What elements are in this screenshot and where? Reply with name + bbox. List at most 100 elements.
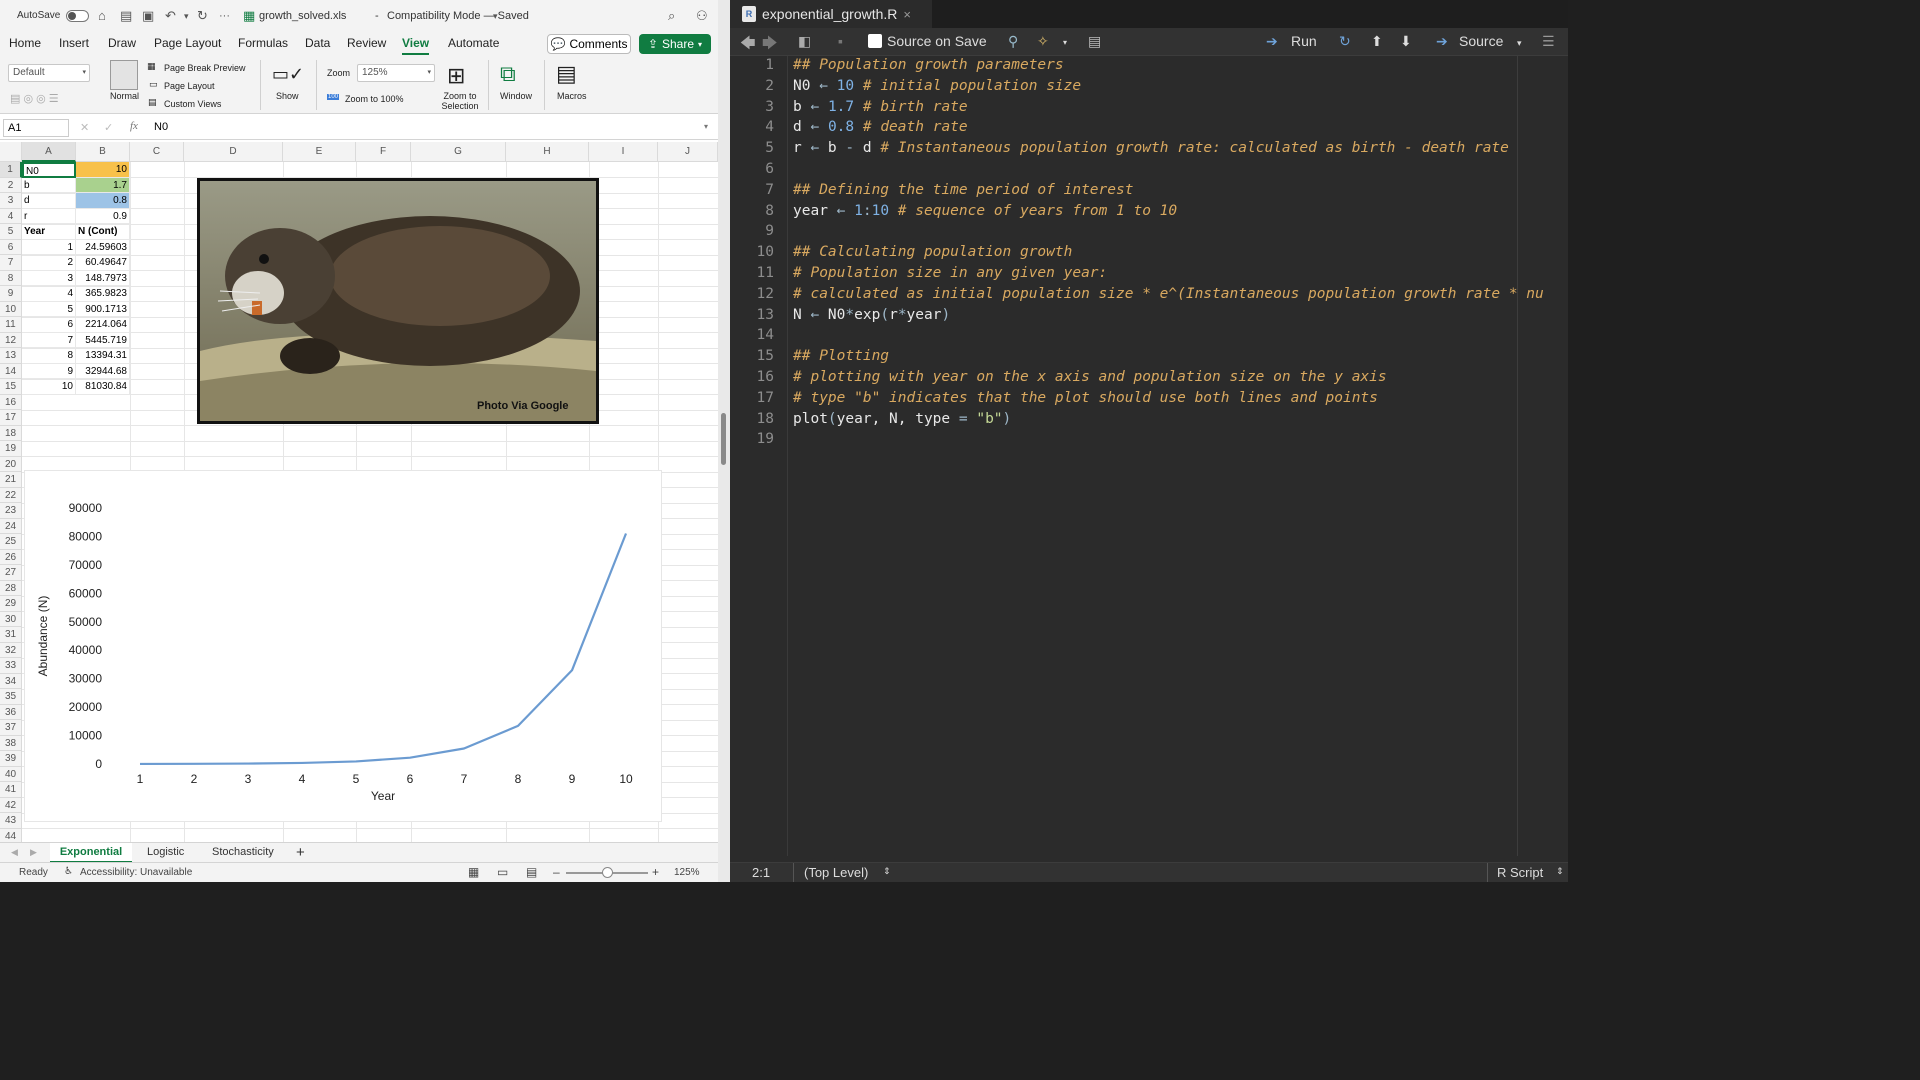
row-header[interactable]: 28 bbox=[0, 580, 22, 596]
row-header[interactable]: 38 bbox=[0, 735, 22, 751]
zoom-in-button[interactable]: + bbox=[652, 865, 659, 879]
row-header[interactable]: 19 bbox=[0, 441, 22, 457]
column-header-c[interactable]: C bbox=[130, 142, 184, 162]
window-icon[interactable]: ⧉ bbox=[500, 61, 516, 87]
home-icon[interactable]: ⌂ bbox=[98, 8, 106, 23]
custom-views-button[interactable]: Custom Views bbox=[164, 99, 221, 109]
row-header[interactable]: 21 bbox=[0, 472, 22, 488]
row-header[interactable]: 5 bbox=[0, 224, 22, 240]
cell-b12[interactable]: 5445.719 bbox=[76, 332, 130, 348]
style-select[interactable]: Default ▾ bbox=[8, 64, 90, 82]
row-header[interactable]: 41 bbox=[0, 782, 22, 798]
code-line[interactable]: d ← 0.8 # death rate bbox=[793, 119, 968, 135]
tab-review[interactable]: Review bbox=[347, 36, 386, 50]
go-up-icon[interactable]: ⬆ bbox=[1371, 33, 1383, 50]
zoom-100-button[interactable]: Zoom to 100% bbox=[345, 94, 404, 104]
tab-page-layout[interactable]: Page Layout bbox=[154, 36, 221, 50]
code-line[interactable]: plot(year, N, type = "b") bbox=[793, 411, 1011, 427]
cell-a8[interactable]: 3 bbox=[22, 270, 76, 286]
tab-home[interactable]: Home bbox=[9, 36, 41, 50]
zoom-slider-handle[interactable] bbox=[602, 867, 613, 878]
compile-report-icon[interactable]: ▤ bbox=[1088, 33, 1101, 50]
chevron-down-icon[interactable]: ▾ bbox=[1063, 38, 1067, 47]
zoom-selection-label-2[interactable]: Selection bbox=[440, 101, 480, 111]
page-layout-status-icon[interactable]: ▭ bbox=[497, 865, 508, 879]
source-icon[interactable]: ➔ bbox=[1436, 33, 1448, 50]
window-label[interactable]: Window bbox=[500, 91, 532, 101]
confirm-icon[interactable]: ✓ bbox=[104, 121, 113, 134]
split-divider[interactable] bbox=[718, 0, 730, 882]
cell-b7[interactable]: 60.49647 bbox=[76, 255, 130, 271]
chevron-down-icon[interactable]: ▾ bbox=[493, 11, 498, 22]
close-icon[interactable]: × bbox=[903, 7, 911, 22]
row-header[interactable]: 4 bbox=[0, 208, 22, 224]
add-sheet-button[interactable]: + bbox=[296, 844, 305, 861]
page-layout-icon[interactable]: ▭ bbox=[149, 79, 158, 90]
row-header[interactable]: 35 bbox=[0, 689, 22, 705]
cell-a1[interactable]: N0 bbox=[22, 162, 76, 178]
row-header[interactable]: 36 bbox=[0, 704, 22, 720]
code-line[interactable]: N0 ← 10 # initial population size bbox=[793, 78, 1081, 94]
column-header-g[interactable]: G bbox=[411, 142, 506, 162]
cell-a15[interactable]: 10 bbox=[22, 379, 76, 395]
zoom-select[interactable]: 125% ▾ bbox=[357, 64, 435, 82]
formula-input[interactable]: N0 bbox=[154, 121, 168, 133]
show-label[interactable]: Show bbox=[276, 91, 299, 101]
cell-a12[interactable]: 7 bbox=[22, 332, 76, 348]
code-line[interactable]: # plotting with year on the x axis and p… bbox=[793, 369, 1387, 385]
source-button[interactable]: Source bbox=[1459, 33, 1503, 49]
row-header[interactable]: 34 bbox=[0, 673, 22, 689]
accessibility-status[interactable]: Accessibility: Unavailable bbox=[80, 867, 192, 878]
prev-sheet-icon[interactable]: ◀ bbox=[11, 847, 18, 858]
forward-icon[interactable]: 🡆 bbox=[762, 33, 778, 58]
share-button[interactable]: ⇪ Share ▾ bbox=[639, 34, 711, 54]
cell-a5[interactable]: Year bbox=[22, 224, 76, 240]
save-icon[interactable]: ▪ bbox=[838, 33, 843, 49]
tab-insert[interactable]: Insert bbox=[59, 36, 89, 50]
autosave-toggle[interactable] bbox=[66, 10, 89, 22]
undo-dropdown-icon[interactable]: ▾ bbox=[184, 11, 189, 22]
row-header[interactable]: 20 bbox=[0, 456, 22, 472]
code-line[interactable]: # Population size in any given year: bbox=[793, 265, 1107, 281]
undo-icon[interactable]: ↶ bbox=[165, 8, 176, 24]
normal-view-icon[interactable] bbox=[110, 60, 138, 90]
cell-a11[interactable]: 6 bbox=[22, 317, 76, 333]
column-header-e[interactable]: E bbox=[283, 142, 356, 162]
code-line[interactable]: # calculated as initial population size … bbox=[793, 286, 1544, 302]
cell-b13[interactable]: 13394.31 bbox=[76, 348, 130, 364]
code-line[interactable]: ## Plotting bbox=[793, 348, 889, 364]
row-header[interactable]: 14 bbox=[0, 363, 22, 379]
row-header[interactable]: 32 bbox=[0, 642, 22, 658]
page-break-status-icon[interactable]: ▤ bbox=[526, 865, 537, 879]
macros-label[interactable]: Macros bbox=[557, 91, 587, 101]
cell-a9[interactable]: 4 bbox=[22, 286, 76, 302]
chevron-updown-icon[interactable]: ⇕ bbox=[883, 866, 891, 877]
normal-view-label[interactable]: Normal bbox=[110, 91, 139, 101]
next-sheet-icon[interactable]: ▶ bbox=[30, 847, 37, 858]
row-header[interactable]: 16 bbox=[0, 394, 22, 410]
code-line[interactable]: ## Calculating population growth bbox=[793, 244, 1072, 260]
source-on-save-checkbox[interactable] bbox=[868, 34, 882, 48]
fx-icon[interactable]: fx bbox=[130, 120, 138, 132]
sheet-tab-exponential[interactable]: Exponential bbox=[50, 843, 132, 863]
cell-b15[interactable]: 81030.84 bbox=[76, 379, 130, 395]
row-header[interactable]: 42 bbox=[0, 797, 22, 813]
page-break-preview-icon[interactable]: ▦ bbox=[147, 61, 156, 72]
divider-grip[interactable] bbox=[721, 413, 726, 465]
run-button[interactable]: Run bbox=[1291, 33, 1317, 49]
code-line[interactable]: # type "b" indicates that the plot shoul… bbox=[793, 390, 1378, 406]
row-header[interactable]: 33 bbox=[0, 658, 22, 674]
row-header[interactable]: 29 bbox=[0, 596, 22, 612]
row-header[interactable]: 17 bbox=[0, 410, 22, 426]
zoom-selection-icon[interactable]: ⊞ bbox=[447, 63, 465, 89]
column-header-h[interactable]: H bbox=[506, 142, 589, 162]
row-header[interactable]: 23 bbox=[0, 503, 22, 519]
save-as-icon[interactable]: ▣ bbox=[142, 8, 154, 24]
cell-b9[interactable]: 365.9823 bbox=[76, 286, 130, 302]
share-people-icon[interactable]: ⚇ bbox=[696, 8, 708, 24]
comments-button[interactable]: 💬 Comments bbox=[547, 34, 631, 54]
tab-formulas[interactable]: Formulas bbox=[238, 36, 288, 50]
cell-b4[interactable]: 0.9 bbox=[76, 208, 130, 224]
editor-tab[interactable]: R exponential_growth.R × bbox=[730, 0, 932, 28]
row-header[interactable]: 13 bbox=[0, 348, 22, 364]
